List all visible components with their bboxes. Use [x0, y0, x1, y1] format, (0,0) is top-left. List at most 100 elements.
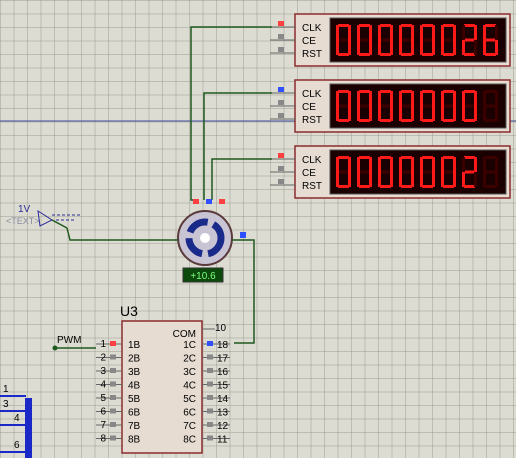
ic-right-pin-name: 3C	[183, 367, 196, 378]
segment-f	[378, 91, 381, 106]
pin-state-indicator	[110, 341, 116, 346]
segment-b	[453, 91, 456, 106]
segment-e	[462, 106, 465, 121]
ic-pin-num-com: 10	[215, 323, 227, 334]
segment-a	[443, 156, 454, 159]
segment-g	[338, 104, 349, 108]
segment-b	[390, 91, 393, 106]
ic-right-pin-name: 2C	[183, 354, 196, 365]
segment-f	[357, 25, 360, 40]
pin-state-indicator	[110, 381, 116, 387]
counter-value: 00000001	[0, 0, 5, 1]
segment-c	[432, 106, 435, 121]
ic-right-pin-num: 13	[217, 408, 229, 419]
segment-f	[420, 25, 423, 40]
counter-timer-1[interactable]: CLK CE RST 00000026	[0, 0, 511, 67]
ic-left-pin-name: 6B	[128, 408, 141, 419]
ic-reference: U3	[120, 303, 138, 319]
motor-shaft	[200, 233, 210, 243]
segment-a	[380, 156, 391, 159]
segment-c	[495, 106, 498, 121]
segment-c	[369, 40, 372, 55]
segment-b	[411, 91, 414, 106]
segment-a	[422, 156, 433, 159]
segment-f	[378, 157, 381, 172]
segment-f	[483, 157, 486, 172]
pin-label-rst: RST	[302, 181, 322, 192]
segment-a	[464, 156, 475, 159]
segment-e	[357, 106, 360, 121]
ic-left-pin-num: 8	[100, 434, 106, 445]
driver-ic-u3[interactable]: U3 COM 10 1 1B 2 2B 3 3B 4 4B 5 5B 6 6B 7 7B 8 8B 1C 18 2C 17 3…	[96, 303, 230, 454]
segment-d	[338, 119, 349, 122]
segment-e	[420, 106, 423, 121]
segment-d	[464, 119, 475, 122]
counter-display	[329, 149, 507, 195]
schematic-canvas[interactable]: CLK CE RST 00000026 CLK CE RST 00000001 CLK CE RST…	[0, 0, 516, 458]
segment-e	[336, 106, 339, 121]
segment-c	[474, 106, 477, 121]
segment-c	[390, 172, 393, 187]
pin-state-indicator	[278, 166, 284, 171]
ic-left-pin-name: 3B	[128, 367, 141, 378]
segment-d	[401, 119, 412, 122]
pin-state-indicator	[278, 87, 284, 92]
ic-left-pin-num: 7	[100, 420, 106, 431]
pin-state-indicator	[110, 435, 116, 441]
ic-left-pin-num: 2	[100, 353, 106, 364]
segment-b	[453, 25, 456, 40]
probe-voltage-label: 1V	[18, 204, 31, 215]
segment-e	[336, 172, 339, 187]
segment-b	[390, 25, 393, 40]
segment-g	[422, 104, 433, 108]
pin-label-clk: CLK	[302, 155, 322, 166]
segment-a	[359, 156, 370, 159]
segment-g	[401, 170, 412, 174]
segment-f	[420, 91, 423, 106]
wire-motor-ic	[232, 239, 255, 344]
bus-label: 3	[3, 399, 9, 410]
pin-state-indicator	[207, 435, 213, 441]
segment-c	[390, 106, 393, 121]
bus-label: 4	[14, 413, 20, 424]
segment-b	[390, 157, 393, 172]
ic-right-pin-name: 1C	[183, 340, 196, 351]
ic-right-pin-name: 5C	[183, 394, 196, 405]
segment-e	[357, 172, 360, 187]
segment-g	[464, 38, 475, 42]
segment-c	[390, 40, 393, 55]
ic-left-pin-name: 5B	[128, 394, 141, 405]
segment-a	[338, 156, 349, 159]
ic-left-pin-name: 8B	[128, 435, 141, 446]
segment-g	[422, 38, 433, 42]
segment-c	[474, 172, 477, 187]
segment-c	[348, 40, 351, 55]
segment-c	[369, 106, 372, 121]
pin-state-indicator	[278, 113, 284, 118]
segment-g	[338, 170, 349, 174]
pin-label-rst: RST	[302, 115, 322, 126]
voltage-probe[interactable]: 1V<TEXT>	[6, 204, 80, 229]
segment-d	[464, 53, 475, 56]
segment-c	[411, 40, 414, 55]
segment-g	[380, 104, 391, 108]
ic-right-pin-name: 4C	[183, 381, 196, 392]
segment-d	[380, 53, 391, 56]
segment-a	[422, 24, 433, 27]
segment-b	[453, 157, 456, 172]
segment-e	[441, 172, 444, 187]
pin-state-indicator	[110, 395, 116, 400]
segment-f	[399, 25, 402, 40]
segment-f	[441, 91, 444, 106]
segment-b	[369, 157, 372, 172]
segment-c	[474, 40, 477, 55]
pin-label-ce: CE	[302, 36, 316, 47]
segment-e	[399, 172, 402, 187]
segment-d	[380, 185, 391, 188]
segment-d	[359, 53, 370, 56]
segment-g	[485, 104, 496, 108]
segment-a	[485, 24, 496, 27]
segment-a	[401, 156, 412, 159]
segment-c	[411, 172, 414, 187]
segment-g	[464, 170, 475, 174]
